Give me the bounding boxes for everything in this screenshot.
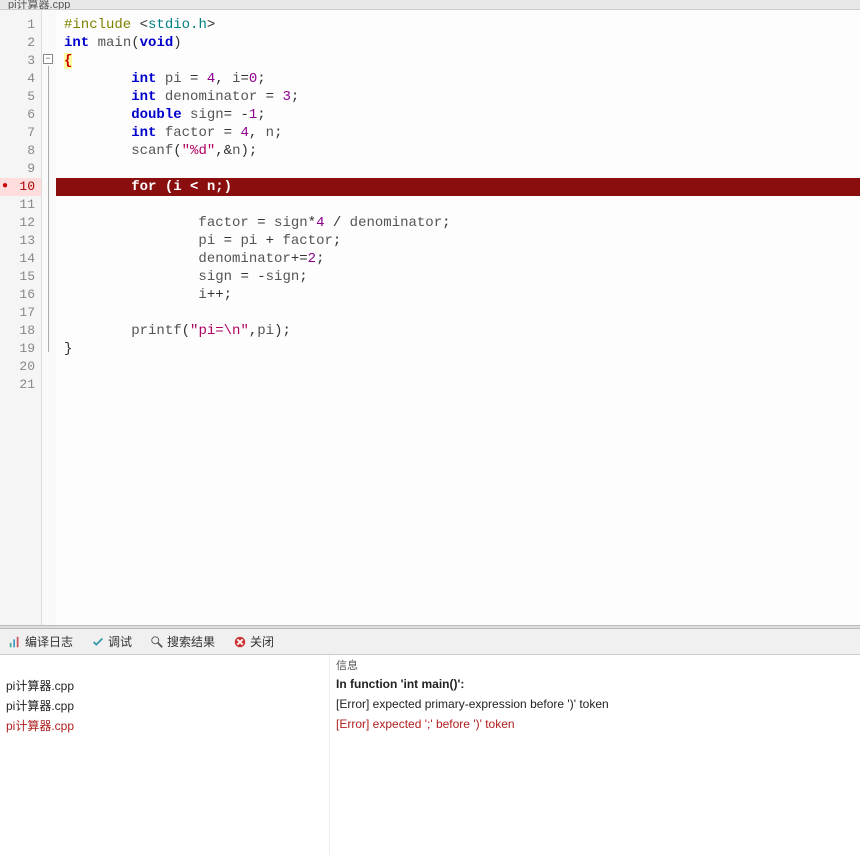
line-number: 18 bbox=[0, 322, 41, 340]
code-line[interactable]: sign = -sign; bbox=[56, 268, 860, 286]
code-line[interactable]: int denominator = 3; bbox=[56, 88, 860, 106]
line-number: 11 bbox=[0, 196, 41, 214]
code-line[interactable]: } bbox=[56, 340, 860, 358]
file-tab[interactable]: pi计算器.cpp bbox=[0, 0, 860, 10]
tab-debug[interactable]: 调试 bbox=[87, 631, 136, 652]
code-line[interactable]: #include <stdio.h> bbox=[56, 16, 860, 34]
output-message-column: 信息 In function 'int main()':[Error] expe… bbox=[330, 655, 860, 855]
error-message[interactable]: [Error] expected ';' before ')' token bbox=[330, 715, 860, 735]
code-line[interactable] bbox=[56, 376, 860, 394]
output-panel[interactable]: pi计算器.cpppi计算器.cpppi计算器.cpp 信息 In functi… bbox=[0, 655, 860, 855]
code-editor[interactable]: 123456789101112131415161718192021 − #inc… bbox=[0, 10, 860, 625]
tab-compile-log-label: 编译日志 bbox=[25, 633, 73, 650]
line-number: 8 bbox=[0, 142, 41, 160]
file-tab-label: pi计算器.cpp bbox=[8, 0, 70, 10]
code-line[interactable]: { bbox=[56, 52, 860, 70]
code-content[interactable]: #include <stdio.h>int main(void){ int pi… bbox=[56, 10, 860, 625]
code-line[interactable]: pi = pi + factor; bbox=[56, 232, 860, 250]
line-number: 21 bbox=[0, 376, 41, 394]
error-message[interactable]: In function 'int main()': bbox=[330, 675, 860, 695]
tab-search-results-label: 搜索结果 bbox=[167, 633, 215, 650]
code-line[interactable]: int main(void) bbox=[56, 34, 860, 52]
line-number: 14 bbox=[0, 250, 41, 268]
line-number: 5 bbox=[0, 88, 41, 106]
close-icon bbox=[233, 635, 247, 649]
line-number: 2 bbox=[0, 34, 41, 52]
line-number: 7 bbox=[0, 124, 41, 142]
line-number: 19 bbox=[0, 340, 41, 358]
code-line[interactable] bbox=[56, 304, 860, 322]
tab-debug-label: 调试 bbox=[108, 633, 132, 650]
code-line[interactable]: scanf("%d",&n); bbox=[56, 142, 860, 160]
tab-close[interactable]: 关闭 bbox=[229, 631, 278, 652]
output-tabs-bar: 编译日志 调试 搜索结果 关闭 bbox=[0, 629, 860, 655]
error-file[interactable]: pi计算器.cpp bbox=[0, 675, 329, 695]
output-file-header bbox=[0, 655, 329, 675]
code-line[interactable]: printf("pi=\n",pi); bbox=[56, 322, 860, 340]
line-number: 10 bbox=[0, 178, 41, 196]
code-line[interactable]: int pi = 4, i=0; bbox=[56, 70, 860, 88]
code-line[interactable]: denominator+=2; bbox=[56, 250, 860, 268]
line-number: 4 bbox=[0, 70, 41, 88]
error-file[interactable]: pi计算器.cpp bbox=[0, 715, 329, 735]
code-line[interactable]: int factor = 4, n; bbox=[56, 124, 860, 142]
code-line[interactable] bbox=[56, 358, 860, 376]
line-number: 17 bbox=[0, 304, 41, 322]
code-line[interactable]: for (i < n;) bbox=[56, 178, 860, 196]
fold-column[interactable]: − bbox=[42, 10, 56, 625]
line-number: 6 bbox=[0, 106, 41, 124]
tab-close-label: 关闭 bbox=[250, 633, 274, 650]
output-message-header: 信息 bbox=[330, 655, 860, 675]
search-icon bbox=[150, 635, 164, 649]
line-number: 20 bbox=[0, 358, 41, 376]
fold-toggle-icon[interactable]: − bbox=[43, 54, 53, 64]
code-line[interactable] bbox=[56, 160, 860, 178]
line-number: 3 bbox=[0, 52, 41, 70]
code-line[interactable]: double sign= -1; bbox=[56, 106, 860, 124]
output-file-column: pi计算器.cpppi计算器.cpppi计算器.cpp bbox=[0, 655, 330, 855]
code-line[interactable]: i++; bbox=[56, 286, 860, 304]
fold-guide bbox=[48, 66, 49, 352]
check-icon bbox=[91, 635, 105, 649]
code-line[interactable] bbox=[56, 196, 860, 214]
line-number: 13 bbox=[0, 232, 41, 250]
error-message[interactable]: [Error] expected primary-expression befo… bbox=[330, 695, 860, 715]
line-number: 9 bbox=[0, 160, 41, 178]
code-line[interactable]: factor = sign*4 / denominator; bbox=[56, 214, 860, 232]
tab-search-results[interactable]: 搜索结果 bbox=[146, 631, 219, 652]
line-number: 16 bbox=[0, 286, 41, 304]
error-file[interactable]: pi计算器.cpp bbox=[0, 695, 329, 715]
line-number-gutter: 123456789101112131415161718192021 bbox=[0, 10, 42, 625]
line-number: 12 bbox=[0, 214, 41, 232]
line-number: 1 bbox=[0, 16, 41, 34]
chart-icon bbox=[8, 635, 22, 649]
tab-compile-log[interactable]: 编译日志 bbox=[4, 631, 77, 652]
line-number: 15 bbox=[0, 268, 41, 286]
